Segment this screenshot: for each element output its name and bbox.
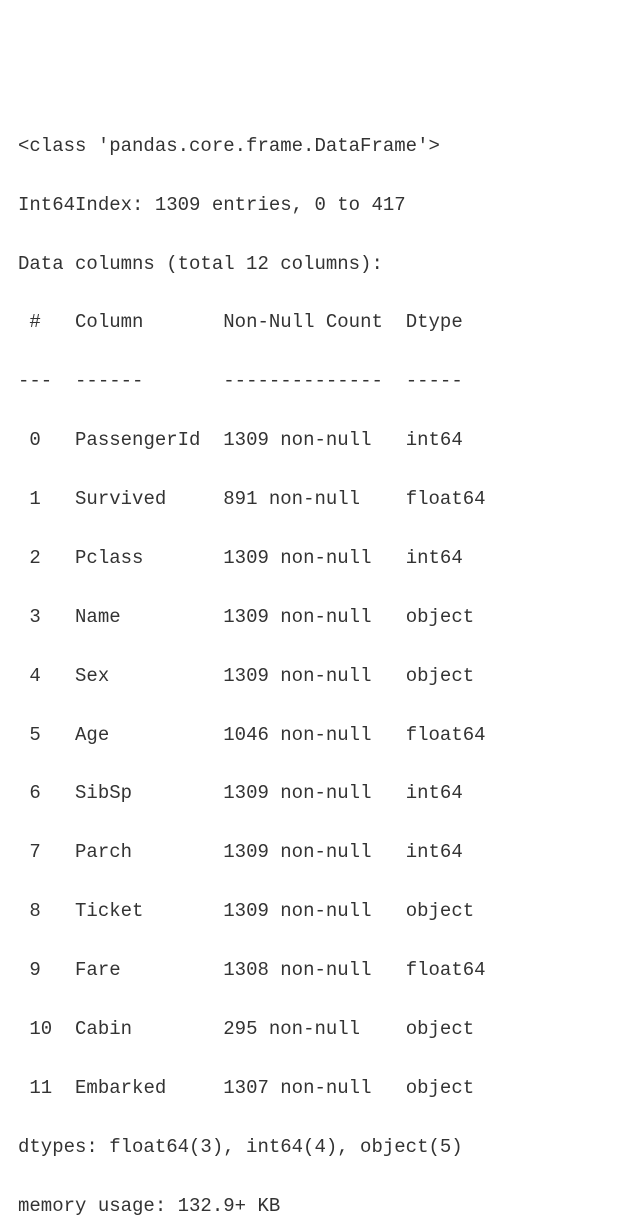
row-idx: 2 [18, 547, 52, 569]
row-nonnull: 891 non-null [223, 488, 383, 510]
row-idx: 10 [18, 1018, 52, 1040]
divider-nonnull: -------------- [223, 370, 383, 392]
row-dtype: int64 [406, 782, 486, 804]
row-idx: 1 [18, 488, 52, 510]
row-column: Embarked [75, 1077, 200, 1099]
row-nonnull: 1307 non-null [223, 1077, 383, 1099]
row-column: Pclass [75, 547, 200, 569]
row-idx: 6 [18, 782, 52, 804]
memory-usage: memory usage: 132.9+ KB [18, 1192, 604, 1221]
row-column: PassengerId [75, 429, 200, 451]
col-dtype-header: Dtype [406, 311, 486, 333]
df-index-line: Int64Index: 1309 entries, 0 to 417 [18, 191, 604, 220]
divider-column: ------ [75, 370, 200, 392]
df-columns-line: Data columns (total 12 columns): [18, 250, 604, 279]
divider-dtype: ----- [406, 370, 486, 392]
table-row: 1 Survived 891 non-null float64 [18, 485, 604, 514]
row-idx: 9 [18, 959, 52, 981]
col-name-header: Column [75, 311, 200, 333]
dtypes-summary: dtypes: float64(3), int64(4), object(5) [18, 1133, 604, 1162]
table-row: 0 PassengerId 1309 non-null int64 [18, 426, 604, 455]
table-row: 11 Embarked 1307 non-null object [18, 1074, 604, 1103]
row-dtype: float64 [406, 488, 486, 510]
row-dtype: float64 [406, 959, 486, 981]
col-idx-header: # [18, 311, 52, 333]
table-row: 2 Pclass 1309 non-null int64 [18, 544, 604, 573]
row-idx: 4 [18, 665, 52, 687]
row-nonnull: 1309 non-null [223, 841, 383, 863]
row-nonnull: 1309 non-null [223, 547, 383, 569]
table-row: 7 Parch 1309 non-null int64 [18, 838, 604, 867]
row-column: SibSp [75, 782, 200, 804]
row-nonnull: 1309 non-null [223, 665, 383, 687]
row-nonnull: 1309 non-null [223, 606, 383, 628]
table-row: 9 Fare 1308 non-null float64 [18, 956, 604, 985]
row-dtype: object [406, 900, 486, 922]
table-divider: --- ------ -------------- ----- [18, 367, 604, 396]
row-column: Sex [75, 665, 200, 687]
row-nonnull: 1046 non-null [223, 724, 383, 746]
table-header: # Column Non-Null Count Dtype [18, 308, 604, 337]
row-idx: 11 [18, 1077, 52, 1099]
table-row: 4 Sex 1309 non-null object [18, 662, 604, 691]
col-nonnull-header: Non-Null Count [223, 311, 383, 333]
row-nonnull: 295 non-null [223, 1018, 383, 1040]
row-dtype: int64 [406, 547, 486, 569]
row-idx: 8 [18, 900, 52, 922]
table-row: 3 Name 1309 non-null object [18, 603, 604, 632]
row-nonnull: 1309 non-null [223, 900, 383, 922]
row-column: Age [75, 724, 200, 746]
row-column: Ticket [75, 900, 200, 922]
row-idx: 0 [18, 429, 52, 451]
row-dtype: object [406, 1077, 486, 1099]
row-dtype: object [406, 1018, 486, 1040]
table-row: 8 Ticket 1309 non-null object [18, 897, 604, 926]
row-idx: 7 [18, 841, 52, 863]
table-row: 5 Age 1046 non-null float64 [18, 721, 604, 750]
table-row: 6 SibSp 1309 non-null int64 [18, 779, 604, 808]
row-column: Survived [75, 488, 200, 510]
row-idx: 5 [18, 724, 52, 746]
row-column: Parch [75, 841, 200, 863]
row-dtype: int64 [406, 429, 486, 451]
row-column: Name [75, 606, 200, 628]
row-nonnull: 1309 non-null [223, 782, 383, 804]
divider-idx: --- [18, 370, 52, 392]
row-nonnull: 1308 non-null [223, 959, 383, 981]
row-idx: 3 [18, 606, 52, 628]
row-dtype: float64 [406, 724, 486, 746]
row-dtype: int64 [406, 841, 486, 863]
row-column: Cabin [75, 1018, 200, 1040]
row-dtype: object [406, 665, 486, 687]
row-nonnull: 1309 non-null [223, 429, 383, 451]
table-row: 10 Cabin 295 non-null object [18, 1015, 604, 1044]
df-class-line: <class 'pandas.core.frame.DataFrame'> [18, 132, 604, 161]
row-dtype: object [406, 606, 486, 628]
row-column: Fare [75, 959, 200, 981]
